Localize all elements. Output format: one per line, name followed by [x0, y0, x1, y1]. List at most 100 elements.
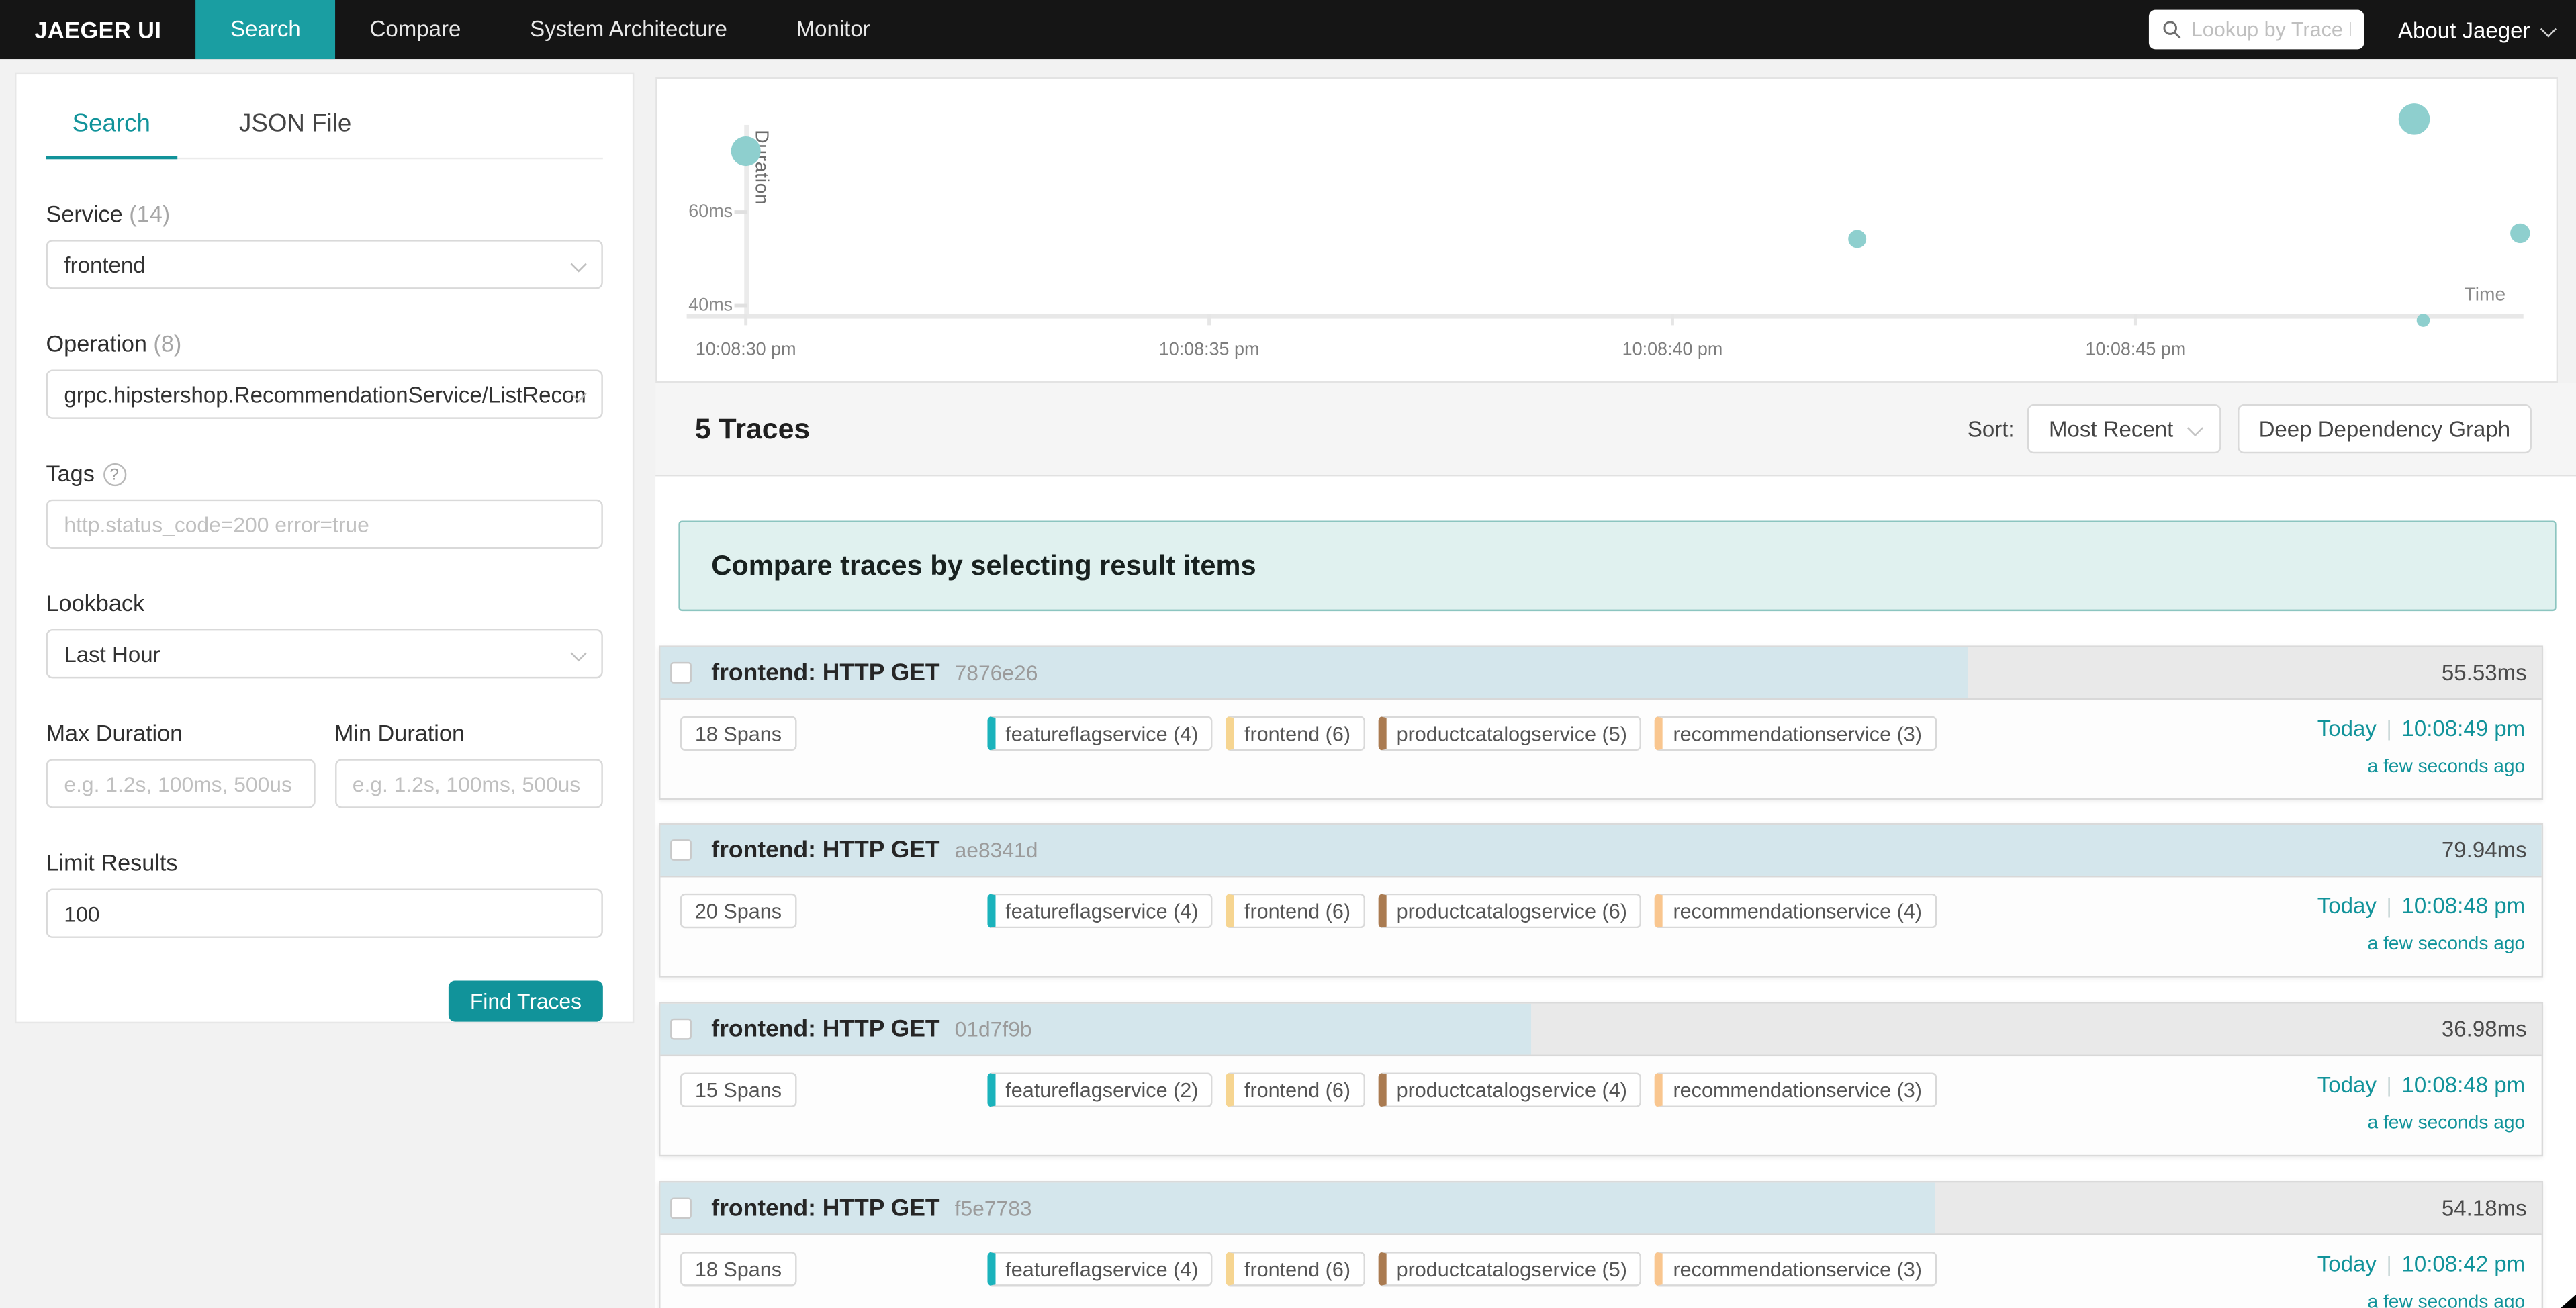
nav-item-monitor[interactable]: Monitor [762, 0, 905, 59]
span-count-chip: 20 Spans [680, 894, 796, 928]
deep-dependency-graph-button[interactable]: Deep Dependency Graph [2238, 404, 2532, 453]
trace-count-title: 5 Traces [695, 412, 810, 446]
scatter-point[interactable] [2510, 223, 2530, 242]
help-icon[interactable]: ? [103, 463, 126, 486]
y-tick-label: 40ms [657, 295, 733, 315]
min-duration-label: Min Duration [334, 720, 603, 746]
service-tag: productcatalogservice (5) [1379, 1252, 1642, 1286]
x-tick-mark [1207, 314, 1211, 325]
sort-value: Most Recent [2049, 416, 2173, 441]
sidebar-tab-search[interactable]: Search [46, 93, 177, 157]
trace-date: Today [2317, 1073, 2377, 1098]
trace-card-header: frontend: HTTP GET f5e7783 54.18ms [660, 1182, 2541, 1235]
results-body: Compare traces by selecting result items… [655, 476, 2576, 1308]
service-tags: featureflagservice (4)frontend (6)produc… [987, 894, 1949, 928]
trace-id-lookup[interactable] [2148, 10, 2363, 50]
service-select[interactable]: frontend [46, 240, 602, 289]
trace-card-header: frontend: HTTP GET 7876e26 55.53ms [660, 647, 2541, 700]
max-duration-input[interactable] [64, 772, 296, 796]
trace-result-card[interactable]: frontend: HTTP GET 01d7f9b 36.98ms 15 Sp… [659, 1002, 2543, 1156]
span-count-chip: 15 Spans [680, 1073, 796, 1107]
service-tag: featureflagservice (2) [987, 1073, 1213, 1107]
trace-title[interactable]: frontend: HTTP GET [711, 659, 939, 686]
span-count-chip: 18 Spans [680, 1252, 796, 1286]
min-duration-field [334, 759, 603, 808]
trace-select-checkbox[interactable] [670, 1019, 692, 1040]
limit-results-field [46, 889, 602, 938]
trace-id: 01d7f9b [955, 1017, 1032, 1041]
service-tag: frontend (6) [1226, 894, 1365, 928]
trace-time: 10:08:49 pm [2402, 716, 2526, 741]
trace-duration: 55.53ms [2442, 660, 2527, 685]
service-count: (14) [129, 200, 170, 226]
service-tag: productcatalogservice (4) [1379, 1073, 1642, 1107]
trace-result-card[interactable]: frontend: HTTP GET 7876e26 55.53ms 18 Sp… [659, 645, 2543, 800]
nav-item-system-architecture[interactable]: System Architecture [496, 0, 762, 59]
trace-date: Today [2317, 1252, 2377, 1276]
operation-label: Operation (8) [46, 330, 602, 357]
y-tick-mark [735, 210, 748, 214]
trace-card-header: frontend: HTTP GET 01d7f9b 36.98ms [660, 1004, 2541, 1056]
trace-scatter-chart: Duration Time 60ms40ms10:08:30 pm10:08:3… [655, 77, 2558, 383]
trace-select-checkbox[interactable] [670, 1197, 692, 1219]
trace-duration: 36.98ms [2442, 1017, 2527, 1041]
trace-duration: 79.94ms [2442, 838, 2527, 863]
tags-field [46, 500, 602, 549]
service-tag: recommendationservice (3) [1655, 1252, 1937, 1286]
trace-time-block: Today|10:08:48 pm a few seconds ago [2317, 892, 2525, 954]
about-jaeger-menu[interactable]: About Jaeger [2398, 17, 2553, 42]
x-tick-label: 10:08:30 pm [672, 340, 820, 359]
lookback-select[interactable]: Last Hour [46, 629, 602, 678]
trace-id: 7876e26 [955, 660, 1038, 685]
sidebar-tab-json-file[interactable]: JSON File [213, 93, 377, 157]
trace-result-card[interactable]: frontend: HTTP GET ae8341d 79.94ms 20 Sp… [659, 823, 2543, 978]
trace-card-body: 15 Spans featureflagservice (2)frontend … [660, 1056, 2541, 1155]
date-time-separator: | [2377, 1252, 2402, 1276]
scatter-point[interactable] [2398, 103, 2429, 134]
date-time-separator: | [2377, 1073, 2402, 1098]
trace-title[interactable]: frontend: HTTP GET [711, 837, 939, 863]
search-icon [2162, 19, 2181, 39]
find-traces-button[interactable]: Find Traces [449, 981, 603, 1022]
service-value: frontend [64, 252, 145, 277]
scatter-point[interactable] [1849, 230, 1867, 248]
trace-time-block: Today|10:08:49 pm a few seconds ago [2317, 714, 2525, 777]
trace-title[interactable]: frontend: HTTP GET [711, 1016, 939, 1042]
trace-select-checkbox[interactable] [670, 662, 692, 684]
operation-count: (8) [153, 330, 181, 357]
max-duration-field [46, 759, 314, 808]
trace-relative-time: a few seconds ago [2317, 757, 2525, 777]
trace-card-body: 18 Spans featureflagservice (4)frontend … [660, 1235, 2541, 1308]
operation-select[interactable]: grpc.hipstershop.RecommendationService/L… [46, 369, 602, 418]
max-duration-label: Max Duration [46, 720, 314, 746]
trace-title[interactable]: frontend: HTTP GET [711, 1195, 939, 1221]
min-duration-input[interactable] [353, 772, 585, 796]
scatter-point[interactable] [731, 136, 761, 166]
trace-relative-time: a few seconds ago [2317, 1293, 2525, 1308]
trace-select-checkbox[interactable] [670, 839, 692, 861]
service-tags: featureflagservice (4)frontend (6)produc… [987, 716, 1949, 751]
service-tag: recommendationservice (4) [1655, 894, 1937, 928]
limit-results-input[interactable] [64, 901, 585, 926]
scatter-point[interactable] [2416, 313, 2430, 326]
x-axis-title: Time [2465, 286, 2506, 306]
sort-select[interactable]: Most Recent [2027, 404, 2221, 453]
about-jaeger-label: About Jaeger [2398, 17, 2530, 42]
top-navbar: JAEGER UI SearchCompareSystem Architectu… [0, 0, 2576, 59]
nav-item-compare[interactable]: Compare [335, 0, 496, 59]
tags-input[interactable] [64, 512, 585, 536]
nav-item-search[interactable]: Search [196, 0, 335, 59]
service-tag: frontend (6) [1226, 1252, 1365, 1286]
app-logo[interactable]: JAEGER UI [0, 0, 196, 59]
limit-results-label: Limit Results [46, 849, 602, 876]
x-tick-label: 10:08:40 pm [1598, 340, 1746, 359]
trace-id-input[interactable] [2191, 18, 2350, 41]
x-tick-mark [2134, 314, 2137, 325]
span-count-chip: 18 Spans [680, 716, 796, 751]
trace-result-card[interactable]: frontend: HTTP GET f5e7783 54.18ms 18 Sp… [659, 1181, 2543, 1308]
trace-card-body: 18 Spans featureflagservice (4)frontend … [660, 700, 2541, 798]
trace-time: 10:08:48 pm [2402, 894, 2526, 919]
x-tick-label: 10:08:35 pm [1135, 340, 1283, 359]
trace-time: 10:08:48 pm [2402, 1073, 2526, 1098]
trace-relative-time: a few seconds ago [2317, 1114, 2525, 1133]
